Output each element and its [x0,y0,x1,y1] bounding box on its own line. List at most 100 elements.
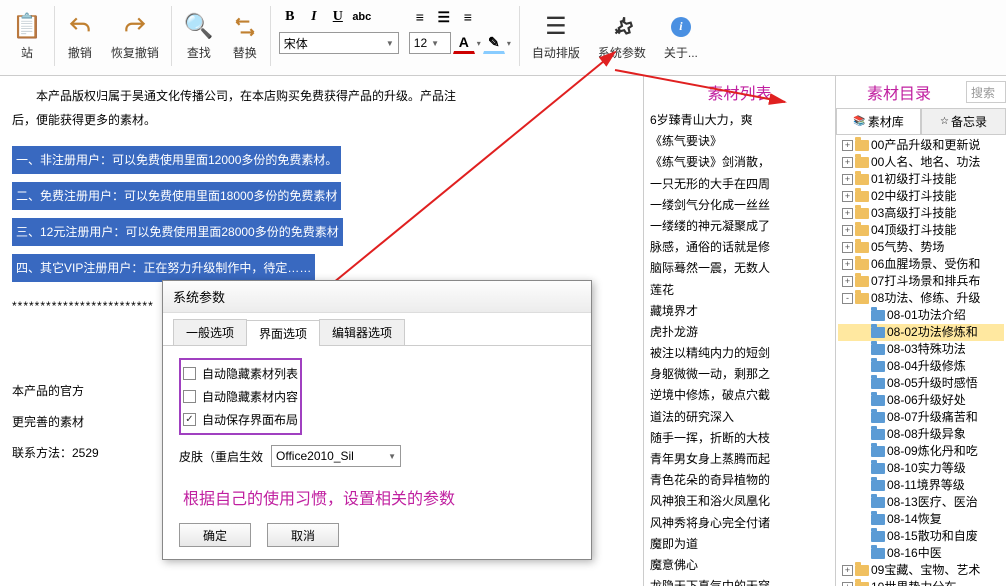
expand-icon[interactable]: + [842,208,853,219]
font-size-select[interactable]: 12 ▼ [409,32,451,54]
tree-row[interactable]: +06血腥场景、受伤和 [838,256,1004,273]
list-item[interactable]: 魔意佛心 [646,555,833,576]
collapse-icon[interactable]: - [842,293,853,304]
list-item[interactable]: 随手一挥，折断的大枝 [646,428,833,449]
list-item[interactable]: 龙隐天下真气中的天穿 [646,576,833,586]
checkbox-save-layout[interactable]: ✓ [183,413,196,426]
list-item[interactable]: 道法的研究深入 [646,407,833,428]
redo-icon [122,12,148,42]
tree-row[interactable]: -08功法、修练、升级 [838,290,1004,307]
paste-button[interactable]: 📋 站 [4,2,50,70]
expand-icon[interactable]: + [842,140,853,151]
tree-row[interactable]: 08-09炼化丹和吃 [838,443,1004,460]
tab-editor[interactable]: 编辑器选项 [319,319,405,345]
tree-row[interactable]: 08-04升级修炼 [838,358,1004,375]
cancel-button[interactable]: 取消 [267,523,339,547]
tab-ui[interactable]: 界面选项 [246,320,320,346]
replace-button[interactable]: 替换 [224,2,266,70]
tab-general[interactable]: 一般选项 [173,319,247,345]
list-item[interactable]: 脉感，通俗的话就是修 [646,237,833,258]
folder-icon [871,514,885,525]
search-input[interactable]: 搜索 [966,81,1006,103]
tree-row[interactable]: 08-13医疗、医治 [838,494,1004,511]
about-button[interactable]: i 关于... [656,2,706,70]
font-name-select[interactable]: 宋体 ▼ [279,32,399,54]
tree-row[interactable]: +01初级打斗技能 [838,171,1004,188]
auto-layout-icon: ☰ [545,12,567,42]
italic-button[interactable]: I [303,6,325,28]
expand-icon[interactable]: + [842,225,853,236]
find-icon: 🔍 [184,12,214,42]
tree-row[interactable]: +00产品升级和更新说 [838,137,1004,154]
list-item[interactable]: 6岁臻青山大力，爽 [646,110,833,131]
expand-icon[interactable]: + [842,582,853,586]
expand-icon[interactable]: + [842,174,853,185]
tree-row[interactable]: 08-11境界等级 [838,477,1004,494]
expand-icon[interactable]: + [842,259,853,270]
list-item[interactable]: 虎扑龙游 [646,322,833,343]
undo-button[interactable]: 撤销 [59,2,101,70]
tree-row[interactable]: 08-06升级好处 [838,392,1004,409]
list-item[interactable]: 青年男女身上蒸腾而起 [646,449,833,470]
skin-select[interactable]: Office2010_Sil ▼ [271,445,401,467]
list-item[interactable]: 一缕缕的神元凝聚成了 [646,216,833,237]
list-item[interactable]: 青色花朵的奇异植物的 [646,470,833,491]
list-item[interactable]: 《练气要诀》 [646,131,833,152]
expand-icon[interactable]: + [842,276,853,287]
tree-row[interactable]: 08-15散功和自废 [838,528,1004,545]
align-left-button[interactable]: ≡ [409,6,431,28]
editor-highlight: 四、其它VIP注册用户：正在努力升级制作中，待定…… [12,254,315,282]
highlight-button[interactable]: ✎ [483,32,505,54]
list-item[interactable]: 莲花 [646,280,833,301]
list-item[interactable]: 《练气要诀》剑消散， [646,152,833,173]
font-color-button[interactable]: A [453,32,475,54]
list-item[interactable]: 藏境界才 [646,301,833,322]
tree-row[interactable]: +04顶级打斗技能 [838,222,1004,239]
auto-layout-button[interactable]: ☰ 自动排版 [524,2,588,70]
tree-row[interactable]: +03高级打斗技能 [838,205,1004,222]
expand-icon[interactable]: + [842,242,853,253]
bold-button[interactable]: B [279,6,301,28]
checkbox-hide-content[interactable] [183,390,196,403]
list-item[interactable]: 脑际蓦然一震，无数人 [646,258,833,279]
material-list[interactable]: 6岁臻青山大力，爽《练气要诀》《练气要诀》剑消散，一只无形的大手在四周一缕剑气分… [644,108,835,586]
expand-icon[interactable]: + [842,191,853,202]
tree-row[interactable]: 08-02功法修炼和 [838,324,1004,341]
expand-icon[interactable]: + [842,565,853,576]
list-item[interactable]: 一只无形的大手在四周 [646,174,833,195]
strike-button[interactable]: abc [351,6,373,28]
list-item[interactable]: 一缕剑气分化成一丝丝 [646,195,833,216]
underline-button[interactable]: U [327,6,349,28]
expand-icon[interactable]: + [842,157,853,168]
tab-memo[interactable]: ☆备忘录 [921,108,1006,134]
tree-row[interactable]: +07打斗场景和排兵布 [838,273,1004,290]
redo-button[interactable]: 恢复撤销 [103,2,167,70]
system-params-dialog: 系统参数 一般选项 界面选项 编辑器选项 自动隐藏素材列表 自动隐藏素材内容 ✓… [162,280,592,560]
tree-row[interactable]: +00人名、地名、功法 [838,154,1004,171]
tree-row[interactable]: 08-07升级痛苦和 [838,409,1004,426]
list-item[interactable]: 风神狼王和浴火凤凰化 [646,491,833,512]
list-item[interactable]: 逆境中修炼，破点穴截 [646,385,833,406]
tree-row[interactable]: 08-14恢复 [838,511,1004,528]
tree-row[interactable]: +02中级打斗技能 [838,188,1004,205]
tree-row[interactable]: 08-05升级时感悟 [838,375,1004,392]
tree-row[interactable]: +05气势、势场 [838,239,1004,256]
material-tree[interactable]: +00产品升级和更新说+00人名、地名、功法+01初级打斗技能+02中级打斗技能… [836,135,1006,586]
tree-row[interactable]: +09宝藏、宝物、艺术 [838,562,1004,579]
tree-row[interactable]: 08-10实力等级 [838,460,1004,477]
sys-params-button[interactable]: 系统参数 [590,2,654,70]
align-center-button[interactable]: ☰ [433,6,455,28]
tree-row[interactable]: 08-16中医 [838,545,1004,562]
ok-button[interactable]: 确定 [179,523,251,547]
checkbox-hide-list[interactable] [183,367,196,380]
tree-row[interactable]: 08-01功法介绍 [838,307,1004,324]
tree-row[interactable]: 08-08升级异象 [838,426,1004,443]
tree-row[interactable]: 08-03特殊功法 [838,341,1004,358]
tab-material-lib[interactable]: 📚素材库 [836,108,921,134]
align-right-button[interactable]: ≡ [457,6,479,28]
list-item[interactable]: 被注以精纯内力的短剑 [646,343,833,364]
find-button[interactable]: 🔍 查找 [176,2,222,70]
list-item[interactable]: 身躯微微一动，剩那之 [646,364,833,385]
list-item[interactable]: 风神秀将身心完全付诸 [646,513,833,534]
list-item[interactable]: 魔即为道 [646,534,833,555]
